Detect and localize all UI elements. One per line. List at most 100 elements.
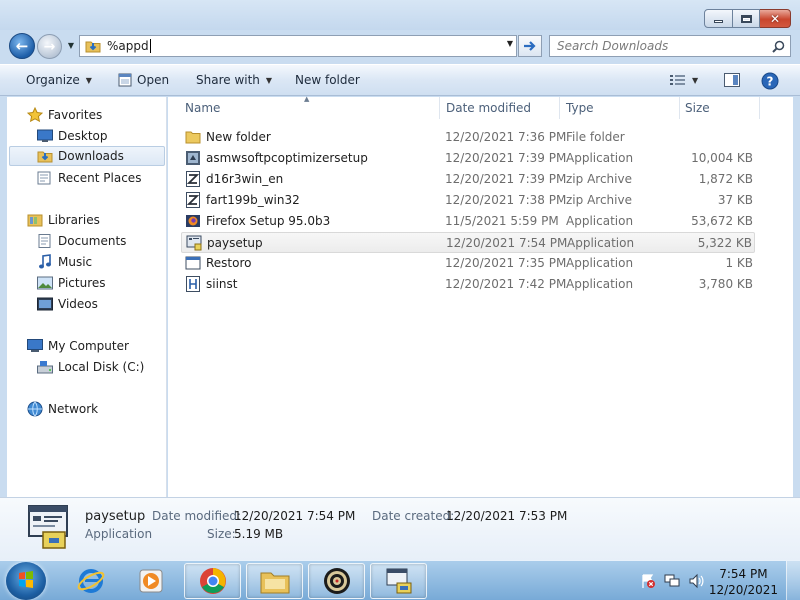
open-button[interactable]: Open: [118, 73, 169, 87]
installer-icon: [186, 151, 200, 165]
taskbar-explorer[interactable]: [246, 563, 303, 599]
column-divider[interactable]: [679, 97, 680, 119]
file-type: File folder: [566, 130, 625, 144]
sidebar-item-pictures[interactable]: Pictures: [37, 273, 165, 293]
file-row[interactable]: Restoro 12/20/2021 7:35 PM Application 1…: [181, 253, 755, 274]
file-row[interactable]: asmwsoftpcoptimizersetup 12/20/2021 7:39…: [181, 148, 755, 169]
command-bar: Organize ▼ Open Share with ▼ New folder …: [0, 64, 800, 96]
system-tray: [640, 573, 712, 589]
file-row[interactable]: New folder 12/20/2021 7:36 PM File folde…: [181, 127, 755, 148]
help-button[interactable]: ?: [761, 72, 779, 90]
search-icon[interactable]: [772, 40, 785, 53]
chevron-down-icon: ▼: [692, 75, 699, 85]
zip-icon: [186, 192, 200, 208]
change-view-button[interactable]: ▼: [670, 74, 698, 86]
organize-button[interactable]: Organize ▼: [26, 73, 92, 87]
minimize-button[interactable]: [704, 9, 733, 28]
details-pane: paysetup Application Date modified: 12/2…: [0, 497, 800, 560]
media-player-icon: [139, 569, 162, 593]
sidebar-label: Music: [58, 255, 93, 269]
back-arrow-icon: ←: [15, 37, 29, 55]
preview-pane-button[interactable]: [724, 73, 740, 87]
go-button[interactable]: [518, 35, 542, 57]
file-type: Application: [566, 214, 634, 228]
address-input[interactable]: %appd: [107, 39, 149, 53]
sidebar-item-desktop[interactable]: Desktop: [37, 126, 165, 146]
forward-button[interactable]: →: [37, 34, 62, 59]
column-header-name[interactable]: Name: [185, 101, 220, 115]
details-date-created-label: Date created:: [372, 509, 455, 523]
recent-places-icon: [37, 171, 51, 185]
windows-logo-icon: [19, 571, 33, 588]
address-dropdown-icon[interactable]: ▼: [507, 39, 513, 48]
file-type: zip Archive: [566, 193, 632, 207]
sidebar-item-my-computer[interactable]: My Computer: [27, 336, 165, 356]
sidebar-item-local-disk[interactable]: Local Disk (C:): [37, 357, 165, 377]
file-row[interactable]: siinst 12/20/2021 7:42 PM Application 3,…: [181, 274, 755, 295]
title-bar[interactable]: ✕: [0, 0, 800, 30]
address-bar[interactable]: %appd ▼: [79, 35, 517, 57]
maximize-icon: [740, 14, 752, 23]
file-row-selected[interactable]: paysetup 12/20/2021 7:54 PM Application …: [181, 232, 755, 253]
file-name: fart199b_win32: [206, 193, 300, 207]
volume-icon[interactable]: [688, 573, 704, 589]
app-window-icon: [185, 256, 201, 270]
file-row[interactable]: d16r3win_en 12/20/2021 7:39 PM zip Archi…: [181, 169, 755, 190]
internet-explorer-icon: [77, 569, 104, 593]
hard-drive-icon: [37, 361, 53, 374]
file-date: 12/20/2021 7:54 PM: [446, 236, 568, 250]
network-icon[interactable]: [664, 573, 680, 589]
back-button[interactable]: ←: [9, 33, 35, 59]
file-type: Application: [566, 277, 634, 291]
file-type: Application: [566, 151, 634, 165]
file-row[interactable]: Firefox Setup 95.0b3 11/5/2021 5:59 PM A…: [181, 211, 755, 232]
search-box[interactable]: Search Downloads: [549, 35, 791, 57]
sidebar-label: Downloads: [58, 149, 124, 163]
navigation-row: ← → ▼ %appd ▼ Search Downloads: [0, 30, 800, 62]
column-header-size[interactable]: Size: [685, 101, 710, 115]
sidebar-item-recent-places[interactable]: Recent Places: [37, 168, 165, 188]
column-header-type[interactable]: Type: [566, 101, 594, 115]
search-input[interactable]: Search Downloads: [557, 39, 772, 53]
file-date: 12/20/2021 7:38 PM: [445, 193, 567, 207]
open-label: Open: [137, 73, 170, 87]
share-with-button[interactable]: Share with ▼: [196, 73, 272, 87]
maximize-button[interactable]: [733, 9, 760, 28]
sidebar-item-network[interactable]: Network: [27, 399, 165, 419]
action-center-flag-icon[interactable]: [640, 573, 656, 589]
taskbar-clock[interactable]: 7:54 PM 12/20/2021: [709, 566, 778, 598]
close-button[interactable]: ✕: [760, 9, 791, 28]
taskbar-chrome[interactable]: [184, 563, 241, 599]
column-divider[interactable]: [559, 97, 560, 119]
recent-pages-dropdown[interactable]: ▼: [65, 40, 77, 52]
column-divider[interactable]: [759, 97, 760, 119]
file-date: 12/20/2021 7:39 PM: [445, 172, 567, 186]
sidebar-item-downloads[interactable]: Downloads: [9, 146, 165, 166]
taskbar-internet-explorer[interactable]: [62, 563, 119, 599]
column-divider[interactable]: [439, 97, 440, 119]
file-name: siinst: [206, 277, 238, 291]
close-icon: ✕: [769, 11, 781, 26]
taskbar-dartboard-app[interactable]: [308, 563, 365, 599]
column-header-date-modified[interactable]: Date modified: [446, 101, 531, 115]
file-name: d16r3win_en: [206, 172, 284, 186]
new-folder-button[interactable]: New folder: [295, 73, 360, 87]
videos-icon: [37, 297, 53, 311]
taskbar-media-player[interactable]: [122, 563, 179, 599]
sidebar-item-videos[interactable]: Videos: [37, 294, 165, 314]
sidebar-item-documents[interactable]: Documents: [37, 231, 165, 251]
show-desktop-button[interactable]: [786, 561, 800, 600]
file-type: zip Archive: [566, 172, 632, 186]
chevron-down-icon: ▼: [85, 75, 92, 85]
start-button[interactable]: [6, 562, 46, 600]
sidebar-item-favorites[interactable]: Favorites: [27, 105, 165, 125]
file-row[interactable]: fart199b_win32 12/20/2021 7:38 PM zip Ar…: [181, 190, 755, 211]
taskbar-setup-app[interactable]: [370, 563, 427, 599]
sidebar-item-libraries[interactable]: Libraries: [27, 210, 165, 230]
details-date-created-value: 12/20/2021 7:53 PM: [446, 509, 568, 523]
preview-pane-icon: [724, 73, 740, 87]
sidebar-item-music[interactable]: Music: [37, 252, 165, 272]
clock-time: 7:54 PM: [719, 567, 768, 581]
file-size: 5,322 KB: [697, 236, 752, 250]
file-name: Firefox Setup 95.0b3: [206, 214, 331, 228]
